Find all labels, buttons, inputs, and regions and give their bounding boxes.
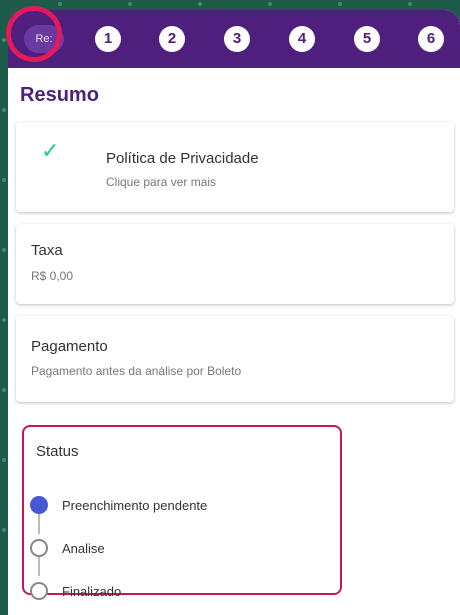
step-2[interactable]: 2 [159,26,185,52]
step-1[interactable]: 1 [95,26,121,52]
payment-title: Pagamento [31,338,108,355]
step-3[interactable]: 3 [224,26,250,52]
payment-card: Pagamento Pagamento antes da análise por… [16,316,454,402]
step-progress-bar: Re: 1 2 3 4 5 6 [8,10,460,68]
step-5[interactable]: 5 [354,26,380,52]
privacy-policy-title: Política de Privacidade [106,150,259,167]
status-section: Status Preenchimento pendente Analise Fi… [22,425,342,600]
status-option-label[interactable]: Analise [62,541,105,556]
status-option-label[interactable]: Finalizado [62,584,121,599]
fee-value: R$ 0,00 [31,269,74,283]
status-radio-finished[interactable] [30,582,48,600]
status-radio-analysis[interactable] [30,539,48,557]
privacy-policy-card[interactable]: ✓ Política de Privacidade Clique para ve… [16,122,454,212]
check-icon: ✓ [41,138,60,163]
status-radio-pending[interactable] [30,496,48,514]
page-title: Resumo [20,84,99,106]
status-option-label[interactable]: Preenchimento pendente [62,498,207,513]
step-6[interactable]: 6 [418,26,444,52]
step-4[interactable]: 4 [289,26,315,52]
payment-value: Pagamento antes da análise por Boleto [31,364,242,378]
status-title: Status [36,443,79,460]
privacy-policy-subtitle: Clique para ver mais [106,175,217,189]
fee-title: Taxa [31,242,63,259]
fee-card: Taxa R$ 0,00 [16,224,454,304]
summary-panel: Re: 1 2 3 4 5 6 Resumo ✓ Política de Pri… [8,10,460,615]
current-step-highlight [6,6,62,62]
